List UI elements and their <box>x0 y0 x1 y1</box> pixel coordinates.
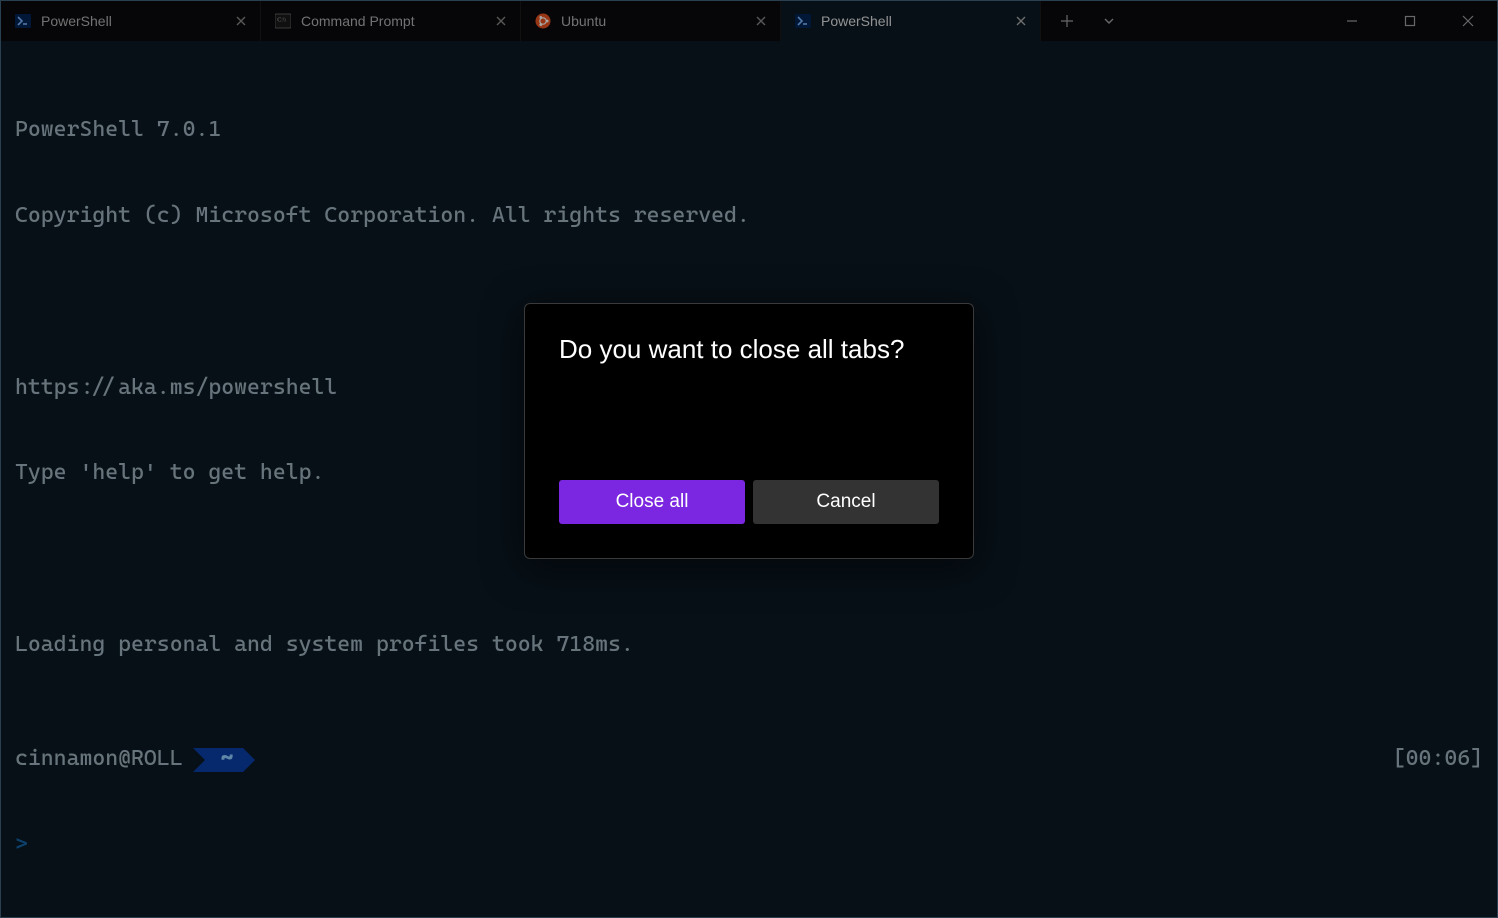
tab-controls <box>1041 1 1129 41</box>
tab-ubuntu[interactable]: Ubuntu <box>521 1 781 41</box>
close-icon[interactable] <box>1012 12 1030 30</box>
tab-label: Ubuntu <box>561 13 742 29</box>
tab-command-prompt[interactable]: C:\\ Command Prompt <box>261 1 521 41</box>
prompt-path: ~ <box>221 744 234 773</box>
close-icon[interactable] <box>232 12 250 30</box>
close-tabs-dialog: Do you want to close all tabs? Close all… <box>524 303 974 559</box>
ubuntu-icon <box>535 13 551 29</box>
tab-strip: PowerShell C:\\ Command Prompt Ubuntu <box>1 1 1041 41</box>
tab-dropdown-button[interactable] <box>1089 1 1129 41</box>
powershell-icon <box>795 13 811 29</box>
tab-label: Command Prompt <box>301 13 482 29</box>
close-icon[interactable] <box>752 12 770 30</box>
dialog-title: Do you want to close all tabs? <box>559 334 939 365</box>
tab-label: PowerShell <box>821 13 1002 29</box>
close-all-button[interactable]: Close all <box>559 480 745 524</box>
prompt-user: cinnamon@ROLL <box>15 745 183 774</box>
terminal-line: Loading personal and system profiles too… <box>15 631 1483 660</box>
window-controls <box>1323 1 1497 41</box>
close-window-button[interactable] <box>1439 1 1497 41</box>
prompt-row: cinnamon@ROLL ~ [00:06] <box>15 745 1483 774</box>
svg-text:C:\\: C:\\ <box>277 18 286 24</box>
close-icon[interactable] <box>492 12 510 30</box>
prompt-path-segment: ~ <box>193 748 259 772</box>
minimize-button[interactable] <box>1323 1 1381 41</box>
terminal-line: Copyright (c) Microsoft Corporation. All… <box>15 202 1483 231</box>
terminal-line: PowerShell 7.0.1 <box>15 116 1483 145</box>
tab-powershell-2[interactable]: PowerShell <box>781 1 1041 41</box>
tab-label: PowerShell <box>41 13 222 29</box>
maximize-button[interactable] <box>1381 1 1439 41</box>
tab-powershell-1[interactable]: PowerShell <box>1 1 261 41</box>
dialog-button-row: Close all Cancel <box>559 480 939 524</box>
cmd-icon: C:\\ <box>275 13 291 29</box>
new-tab-button[interactable] <box>1047 1 1087 41</box>
cancel-button[interactable]: Cancel <box>753 480 939 524</box>
prompt-time: [00:06] <box>1393 745 1483 774</box>
powershell-icon <box>15 13 31 29</box>
titlebar: PowerShell C:\\ Command Prompt Ubuntu <box>1 1 1497 41</box>
prompt-continuation: > <box>15 831 1483 860</box>
